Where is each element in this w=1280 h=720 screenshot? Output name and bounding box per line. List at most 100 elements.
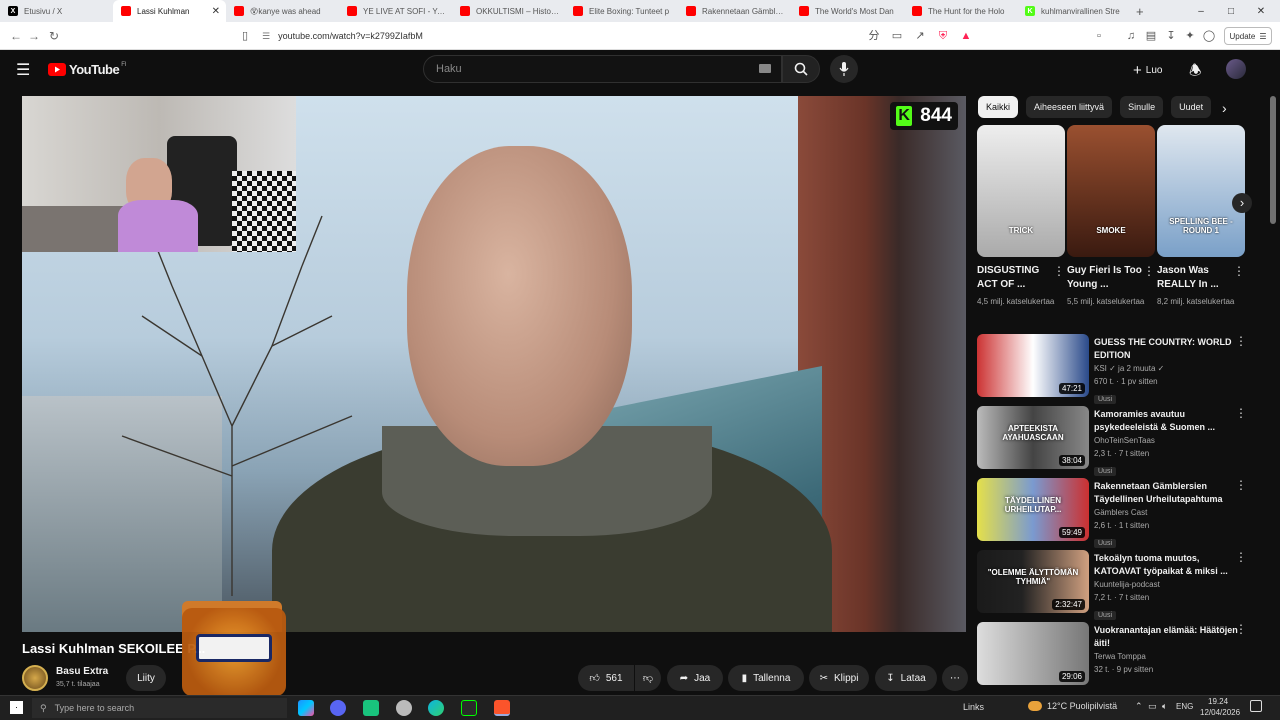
short-more-icon[interactable]: ⋮	[1233, 264, 1245, 278]
video-thumbnail[interactable]: APTEEKISTA AYAHUASCAAN 38:04	[977, 406, 1089, 469]
browser-tab[interactable]: YE LIVE AT SOFI - YouT	[339, 0, 452, 22]
short-info[interactable]: DISGUSTING ACT OF ... 4,5 milj. katseluke…	[977, 264, 1061, 308]
download-icon[interactable]: ↧	[1164, 29, 1178, 43]
weather-widget[interactable]: 12°C Puolipilvistä	[1028, 701, 1117, 711]
clock-date[interactable]: 12/04/2026	[1200, 708, 1240, 717]
cast-icon[interactable]: ▭	[890, 29, 904, 43]
close-tab-icon[interactable]: ✕	[212, 6, 220, 17]
short-thumbnail[interactable]: SPELLING BEE - ROUND 1	[1157, 125, 1245, 257]
recommended-video[interactable]: "OLEMME ÄLYTTÖMÄN TYHMIÄ" 2:32:47 Tekoälyn…	[977, 550, 1267, 620]
minimize-icon[interactable]: –	[1186, 0, 1216, 22]
media-player-icon[interactable]	[461, 700, 477, 716]
like-button[interactable]: 👍︎ 561	[578, 665, 634, 691]
create-button[interactable]: + Luo	[1133, 62, 1162, 79]
close-window-icon[interactable]: ✕	[1246, 0, 1276, 22]
filter-chip[interactable]: Uudet	[1171, 96, 1212, 118]
recommended-video[interactable]: APTEEKISTA AYAHUASCAAN 38:04 Kamoramies av…	[977, 406, 1267, 476]
short-more-icon[interactable]: ⋮	[1143, 264, 1155, 278]
share-icon[interactable]: ↗	[913, 29, 927, 43]
video-thumbnail[interactable]: 47:21	[977, 334, 1089, 397]
browser-tab[interactable]: The Hunt for the Holo	[904, 0, 1017, 22]
download-button[interactable]: ↧ Lataa	[875, 665, 937, 691]
hamburger-menu-icon[interactable]: ☰	[16, 60, 30, 80]
more-actions-button[interactable]: ⋯	[942, 665, 968, 691]
vpn-icon[interactable]: ◯	[1202, 29, 1216, 43]
tray-chevron-icon[interactable]: ⌃	[1135, 701, 1143, 712]
dislike-button[interactable]: 👎︎	[635, 665, 661, 691]
shield-icon[interactable]	[396, 700, 412, 716]
keyboard-icon[interactable]	[759, 64, 771, 73]
search-button[interactable]	[782, 55, 820, 83]
filter-chip[interactable]: Sinulle	[1120, 96, 1164, 118]
recommended-video[interactable]: 47:21 GUESS THE COUNTRY: WORLD EDITION KSI…	[977, 334, 1267, 404]
avatar[interactable]	[1226, 59, 1246, 79]
translate-icon[interactable]: 分	[867, 29, 881, 43]
video-more-icon[interactable]: ⋮	[1235, 550, 1247, 564]
bookmark-icon[interactable]: ▯	[238, 29, 252, 43]
share-button[interactable]: ➦ Jaa	[667, 665, 723, 691]
scrollbar[interactable]	[1270, 96, 1276, 224]
channel-avatar[interactable]	[22, 665, 48, 691]
language-indicator[interactable]: ENG	[1176, 702, 1193, 711]
short-info[interactable]: Guy Fieri Is Too Young ... 5,5 milj. kats…	[1067, 264, 1151, 308]
brave-browser-icon[interactable]	[494, 700, 510, 716]
video-thumbnail[interactable]: 29:06	[977, 622, 1089, 685]
channel-name[interactable]: Basu Extra	[56, 666, 108, 677]
maximize-icon[interactable]: □	[1216, 0, 1246, 22]
site-info-icon[interactable]: ☰	[262, 31, 270, 42]
address-bar[interactable]: ☰ youtube.com/watch?v=k2799ZIafbM	[262, 26, 862, 46]
browser-tab[interactable]: The World's Most Dan	[791, 0, 904, 22]
reload-icon[interactable]: ↻	[44, 29, 64, 43]
clip-button[interactable]: ✂ Klippi	[809, 665, 869, 691]
browser-tab[interactable]: X Etusivu / X	[0, 0, 113, 22]
short-thumbnail[interactable]: TRICK	[977, 125, 1065, 257]
search-input[interactable]: Haku	[423, 55, 782, 83]
browser-tab[interactable]: Rakennetaan Gämblers	[678, 0, 791, 22]
edge-icon[interactable]	[428, 700, 444, 716]
windows-start-icon[interactable]	[10, 701, 23, 714]
media-icon[interactable]: ♫	[1124, 29, 1138, 43]
notifications-bell-icon[interactable]: 🕭	[1189, 60, 1202, 84]
short-thumbnail[interactable]: SMOKE	[1067, 125, 1155, 257]
update-button[interactable]: Update ☰	[1224, 27, 1272, 45]
app-icon[interactable]	[363, 700, 379, 716]
filter-chip[interactable]: Kaikki	[978, 96, 1019, 118]
video-more-icon[interactable]: ⋮	[1235, 334, 1247, 348]
short-info[interactable]: Jason Was REALLY In ... 8,2 milj. katselu…	[1157, 264, 1241, 308]
video-thumbnail[interactable]: "OLEMME ÄLYTTÖMÄN TYHMIÄ" 2:32:47	[977, 550, 1089, 613]
video-more-icon[interactable]: ⋮	[1235, 478, 1247, 492]
brave-rewards-icon[interactable]: ▲	[959, 29, 973, 43]
chips-next-chevron-icon[interactable]: ›	[1222, 100, 1227, 116]
voice-search-button[interactable]	[830, 55, 858, 83]
reader-icon[interactable]: ▤	[1144, 29, 1158, 43]
brave-shield-icon[interactable]: ⛨	[936, 29, 950, 43]
clock-time[interactable]: 19.24	[1208, 697, 1228, 706]
short-more-icon[interactable]: ⋮	[1053, 264, 1065, 278]
extensions-icon[interactable]: ✦	[1183, 29, 1197, 43]
back-icon[interactable]: ←	[6, 29, 26, 43]
new-tab-button[interactable]: +	[1136, 4, 1144, 19]
notification-center-icon[interactable]	[1250, 700, 1262, 712]
save-button[interactable]: ▮ Tallenna	[728, 665, 804, 691]
network-icon[interactable]: ▭	[1148, 701, 1157, 712]
volume-icon[interactable]: 🔈︎	[1162, 701, 1167, 712]
taskbar-links[interactable]: Links	[963, 702, 984, 712]
forward-icon[interactable]: →	[24, 29, 44, 43]
browser-tab[interactable]: OKKULTISMI – Historia	[452, 0, 565, 22]
taskbar-search-input[interactable]: ⚲ Type here to search	[32, 698, 287, 718]
join-button[interactable]: Liity	[126, 665, 166, 691]
video-more-icon[interactable]: ⋮	[1235, 406, 1247, 420]
youtube-logo[interactable]: YouTube FI	[48, 62, 127, 77]
copilot-icon[interactable]	[298, 700, 314, 716]
browser-tab[interactable]: 😵kanye was ahead	[226, 0, 339, 22]
shorts-next-chevron-icon[interactable]: ›	[1232, 193, 1252, 213]
sidebar-icon[interactable]: ▫	[1092, 29, 1106, 43]
video-player[interactable]	[22, 96, 966, 632]
browser-tab[interactable]: Elite Boxing: Tunteet p	[565, 0, 678, 22]
recommended-video[interactable]: 29:06 Vuokranantajan elämää: Häätöjen äit…	[977, 622, 1267, 688]
video-thumbnail[interactable]: TÄYDELLINEN URHEILUTAP... 59:49	[977, 478, 1089, 541]
recommended-video[interactable]: TÄYDELLINEN URHEILUTAP... 59:49 Rakennetaa…	[977, 478, 1267, 548]
browser-tab[interactable]: Kkuhlmanvirallinen Stre	[1017, 0, 1130, 22]
video-more-icon[interactable]: ⋮	[1235, 622, 1247, 636]
discord-icon[interactable]	[330, 700, 346, 716]
